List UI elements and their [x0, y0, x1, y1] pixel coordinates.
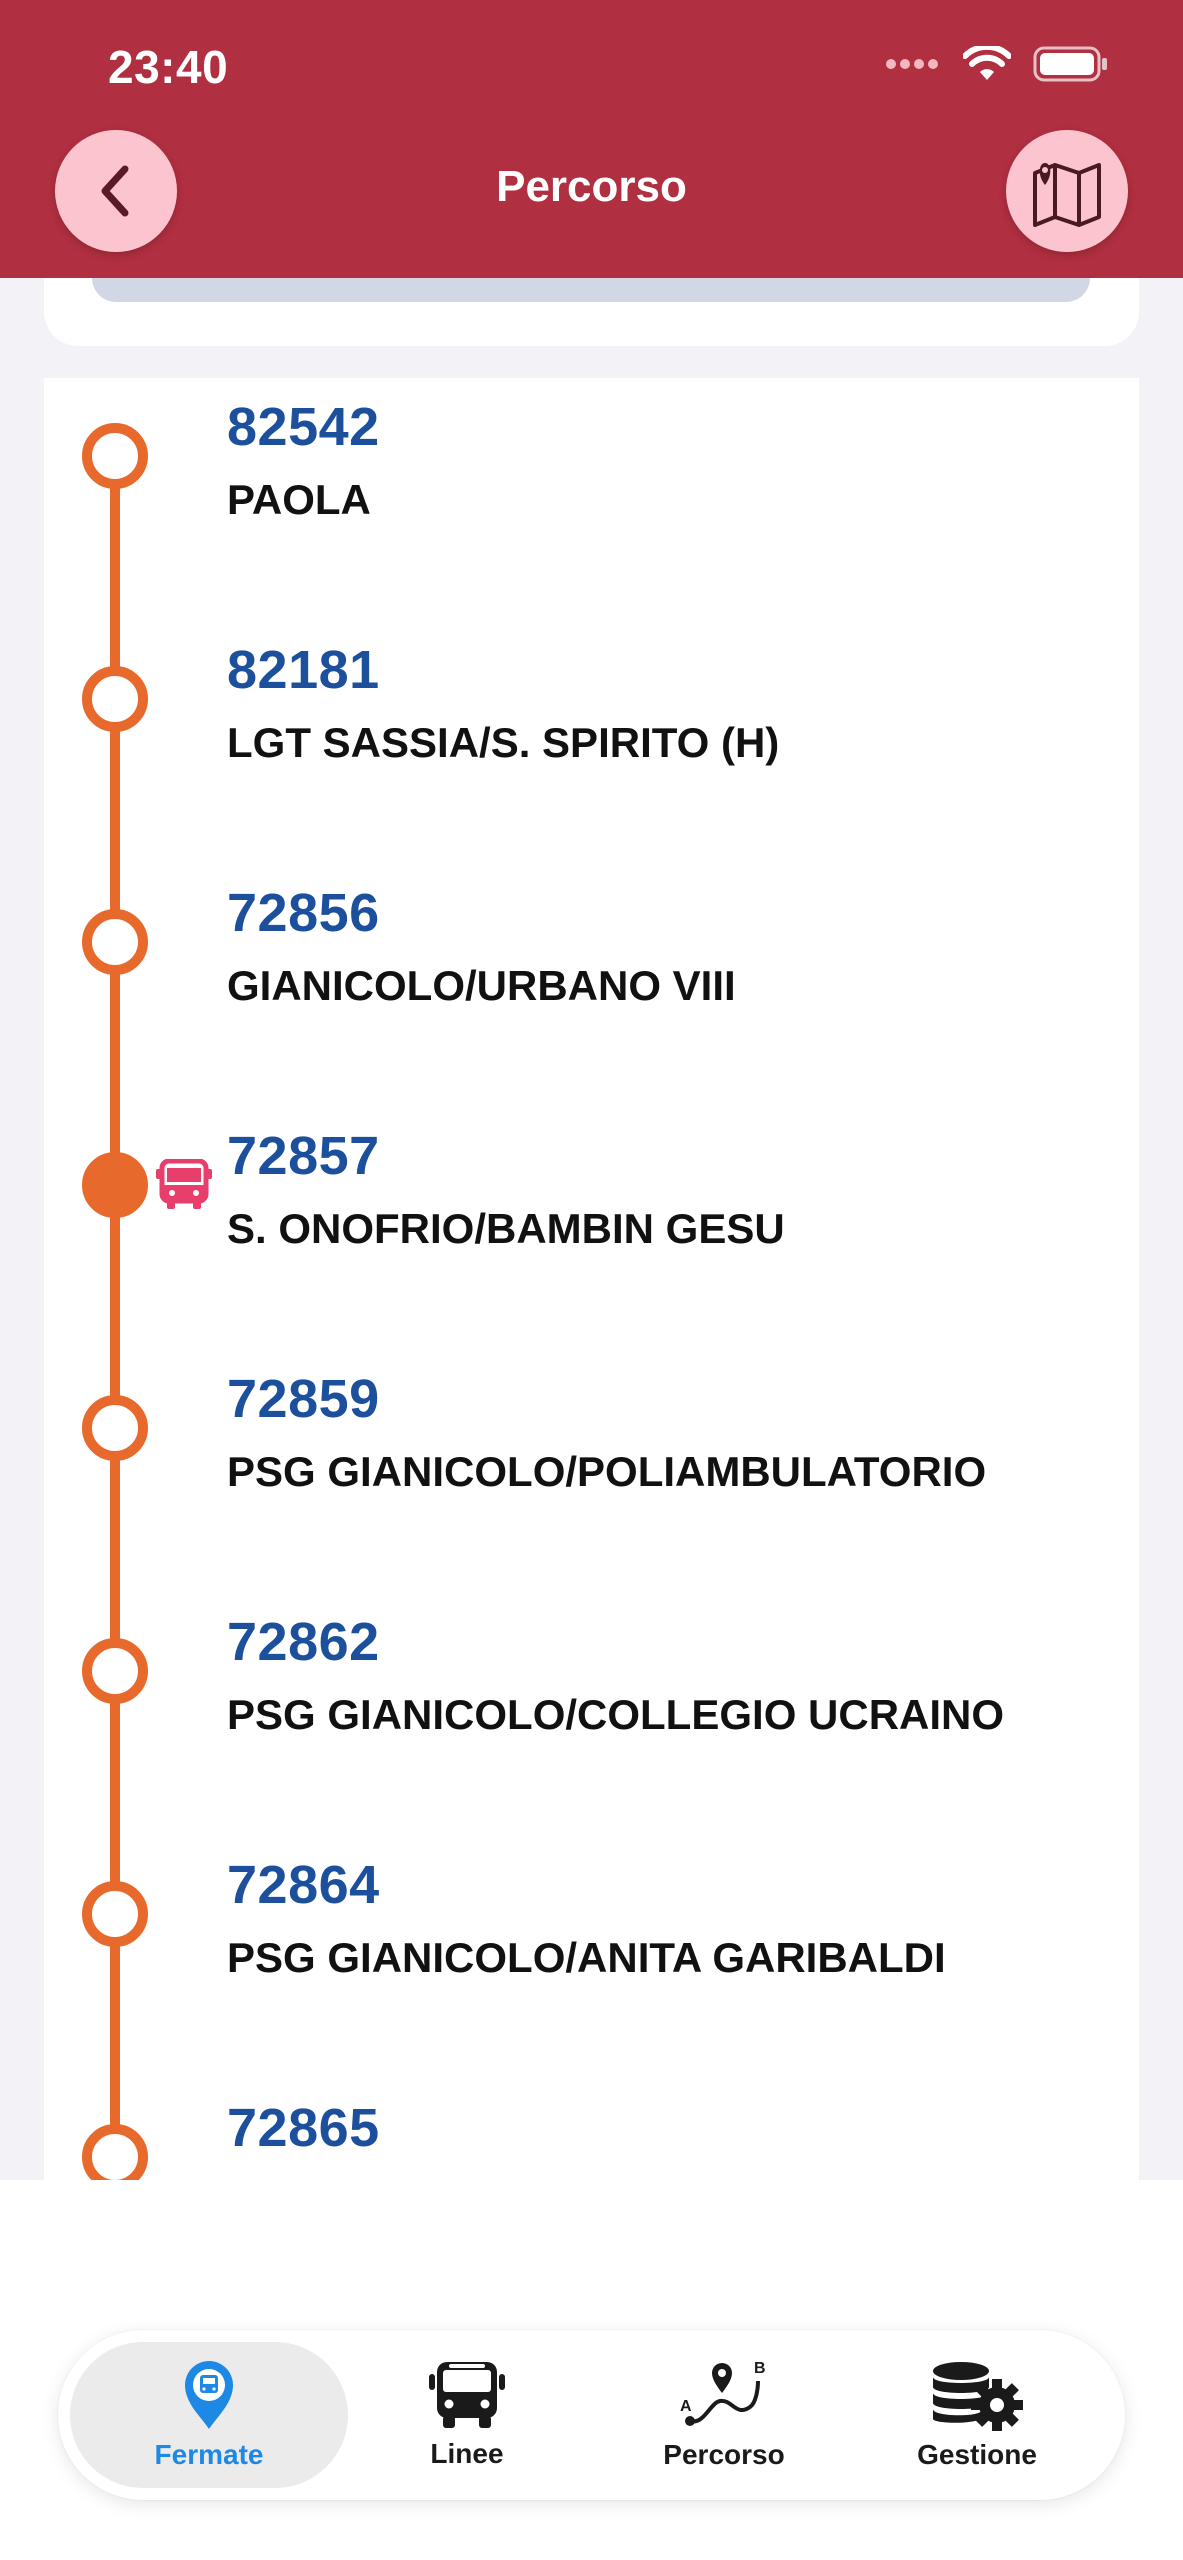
stop-name: PAOLA — [227, 476, 371, 523]
stop-name: GIANICOLO/URBANO VIII — [227, 962, 736, 1009]
battery-icon — [1033, 46, 1107, 82]
tab-label: Fermate — [154, 2439, 264, 2470]
map-button[interactable] — [1006, 130, 1128, 252]
stop-node — [82, 1395, 148, 1461]
status-time: 23:40 — [108, 41, 229, 93]
svg-text:A: A — [680, 2398, 692, 2415]
tab-label: Percorso — [663, 2439, 785, 2470]
bus-position-icon — [156, 1159, 212, 1209]
route-stop-list: 82542 PAOLA 82181 LGT SASSIA/S. SPIRITO … — [44, 378, 1139, 2180]
stop-code: 72864 — [227, 1855, 380, 1915]
tab-percorso[interactable]: A B Percorso — [585, 2342, 863, 2488]
bus-stop-pin-icon — [185, 2361, 233, 2429]
stop-node — [82, 2124, 148, 2180]
tab-fermate[interactable]: Fermate — [70, 2342, 348, 2488]
stop-code: 82542 — [227, 397, 380, 457]
stop-code: 72865 — [227, 2098, 380, 2158]
svg-text:B: B — [754, 2360, 766, 2377]
stop-name: S. ONOFRIO/BAMBIN GESU — [227, 1205, 785, 1252]
stop-name: PSG GIANICOLO/COLLEGIO UCRAINO — [227, 1691, 1005, 1738]
stop-code: 72856 — [227, 883, 380, 943]
status-icons — [885, 46, 1109, 82]
stop-item[interactable]: 72864 PSG GIANICOLO/ANITA GARIBALDI — [44, 1836, 1139, 2079]
route-icon: A B — [680, 2360, 766, 2426]
stop-item-current[interactable]: 72857 S. ONOFRIO/BAMBIN GESU — [44, 1107, 1139, 1350]
stop-name: LGT SASSIA/S. SPIRITO (H) — [227, 719, 780, 766]
tab-label: Linee — [430, 2438, 504, 2469]
stop-node — [82, 1881, 148, 1947]
tab-bar: Fermate Linee A B Percorso Gestione — [58, 2330, 1125, 2500]
stop-code: 82181 — [227, 640, 380, 700]
collapsed-panel-bar — [92, 278, 1090, 302]
stop-code: 72859 — [227, 1369, 380, 1429]
tab-label: Gestione — [917, 2439, 1037, 2470]
stop-item[interactable]: 72865 — [44, 2079, 1139, 2180]
stop-node-current — [82, 1152, 148, 1218]
stop-item[interactable]: 82181 LGT SASSIA/S. SPIRITO (H) — [44, 621, 1139, 864]
stop-name: PSG GIANICOLO/ANITA GARIBALDI — [227, 1934, 946, 1981]
database-gear-icon — [933, 2362, 1023, 2431]
wifi-icon — [963, 46, 1011, 80]
stop-item[interactable]: 72859 PSG GIANICOLO/POLIAMBULATORIO — [44, 1350, 1139, 1593]
stop-node — [82, 1638, 148, 1704]
stop-node — [82, 423, 148, 489]
stop-name: PSG GIANICOLO/POLIAMBULATORIO — [227, 1448, 987, 1495]
stop-item[interactable]: 72862 PSG GIANICOLO/COLLEGIO UCRAINO — [44, 1593, 1139, 1836]
cellular-signal-icon — [886, 59, 938, 69]
bus-icon — [429, 2362, 505, 2428]
tab-linee[interactable]: Linee — [328, 2342, 606, 2488]
header: 23:40 Percorso — [0, 0, 1183, 278]
tab-gestione[interactable]: Gestione — [838, 2342, 1116, 2488]
stop-node — [82, 666, 148, 732]
stop-item[interactable]: 82542 PAOLA — [44, 378, 1139, 621]
app-screen: 23:40 Percorso 82542 PAOLA 82181 LGT SAS… — [0, 0, 1183, 2560]
stop-item[interactable]: 72856 GIANICOLO/URBANO VIII — [44, 864, 1139, 1107]
map-pin-icon — [1033, 163, 1101, 227]
stop-node — [82, 909, 148, 975]
stop-code: 72857 — [227, 1126, 380, 1186]
stop-code: 72862 — [227, 1612, 380, 1672]
